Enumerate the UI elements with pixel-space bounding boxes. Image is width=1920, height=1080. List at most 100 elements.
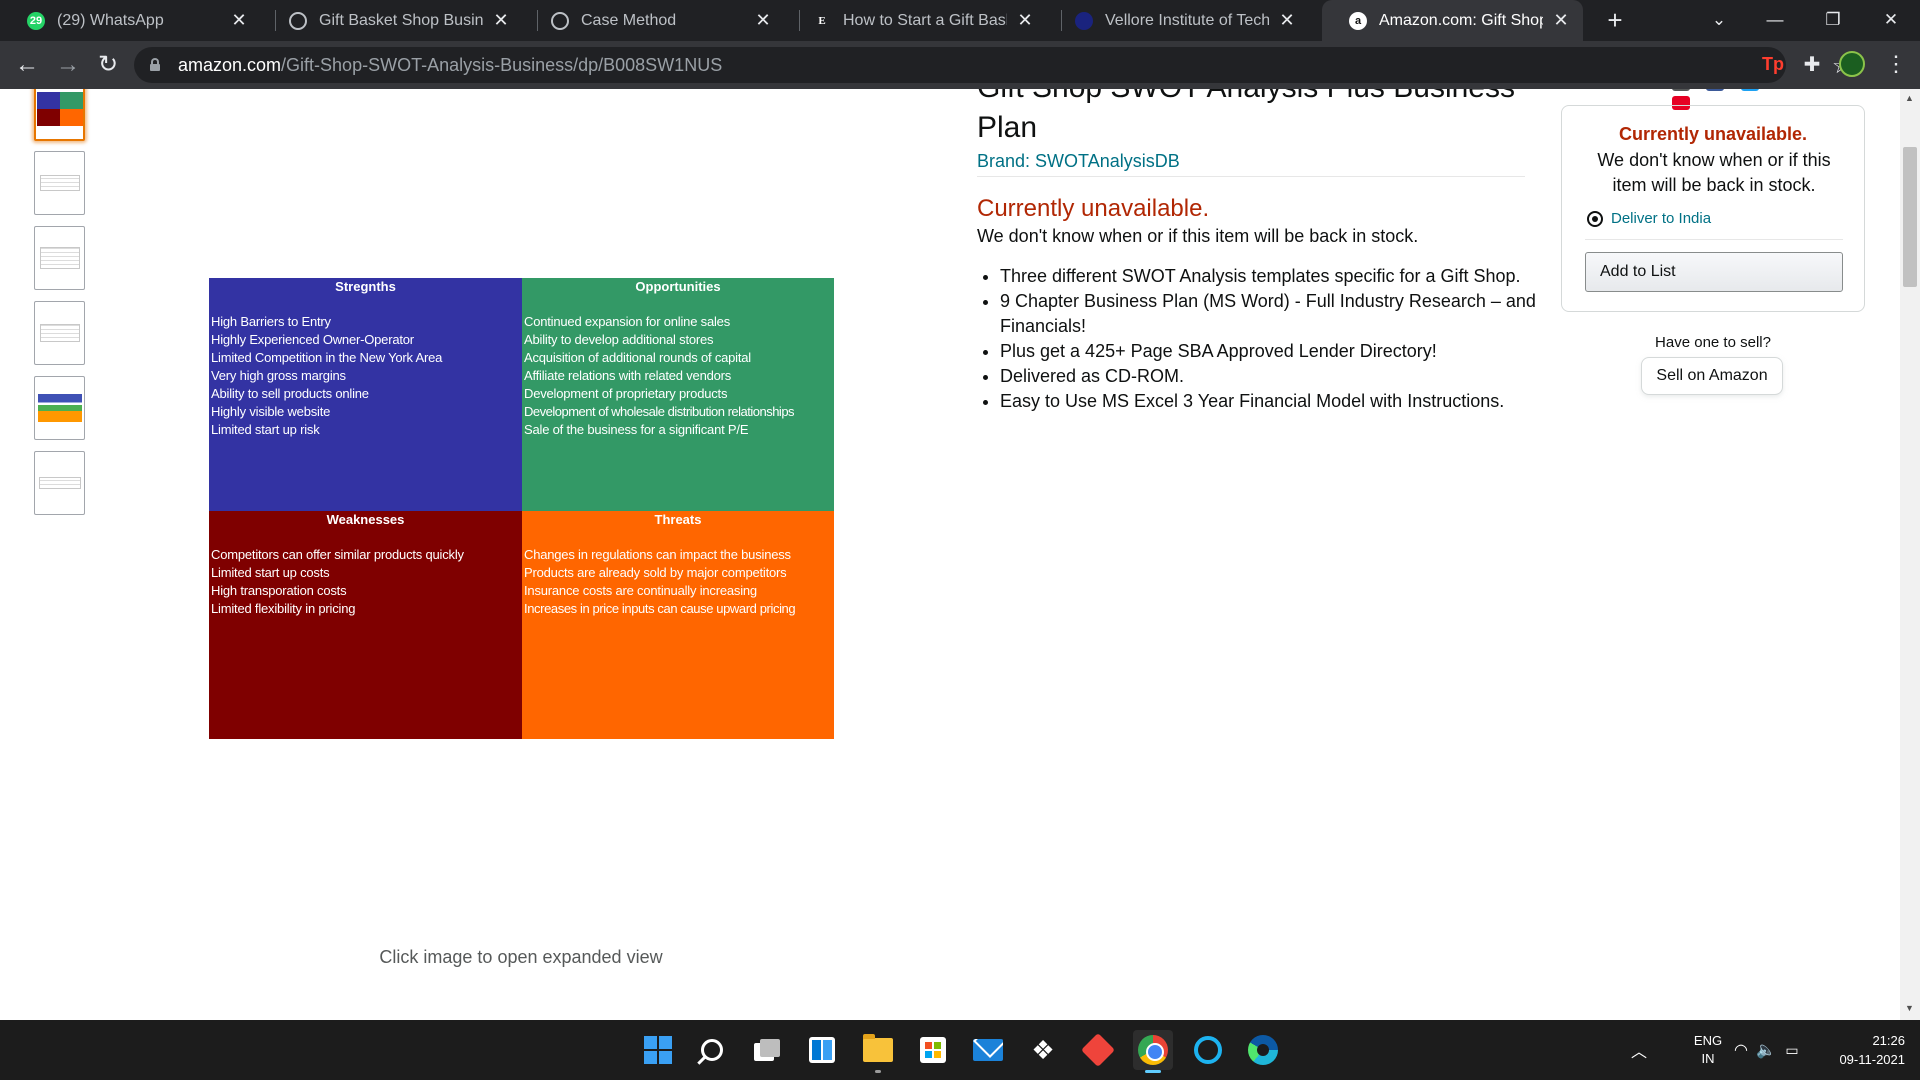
expand-image-hint[interactable]: Click image to open expanded view [0, 947, 1042, 968]
thumbnail-2[interactable] [34, 151, 85, 215]
mail-button[interactable] [968, 1030, 1008, 1070]
swot-item: Products are already sold by major compe… [524, 565, 787, 580]
close-icon[interactable]: ✕ [1015, 10, 1035, 31]
volume-icon[interactable]: 🔈 [1755, 1020, 1777, 1080]
scrollbar-thumb[interactable] [1903, 147, 1917, 287]
address-bar[interactable]: amazon.com/Gift-Shop-SWOT-Analysis-Busin… [134, 47, 1852, 83]
e-letter-icon: E [818, 14, 826, 27]
swot-item: Affiliate relations with related vendors [524, 368, 732, 383]
add-to-list-button[interactable]: Add to List [1585, 252, 1843, 292]
url-text[interactable]: amazon.com/Gift-Shop-SWOT-Analysis-Busin… [178, 55, 722, 76]
tab-search-icon[interactable]: ⌄ [1696, 4, 1742, 36]
email-share-icon[interactable] [1672, 89, 1690, 91]
menu-kebab-icon[interactable]: ⋮ [1880, 48, 1912, 80]
scroll-down-arrow-icon[interactable]: ▼ [1905, 1003, 1914, 1013]
swot-item: Insurance costs are continually increasi… [524, 583, 757, 598]
tab-amazon[interactable]: a Amazon.com: Gift Shop SWOT ✕ [1322, 0, 1583, 41]
clock[interactable]: 21:26 09-11-2021 [1825, 1020, 1905, 1080]
swot-opportunities: Opportunities Continued expansion for on… [522, 278, 834, 511]
swot-item: Acquisition of additional rounds of capi… [524, 350, 751, 365]
search-icon [701, 1039, 723, 1061]
forward-button[interactable]: → [52, 49, 84, 81]
widgets-button[interactable] [802, 1030, 842, 1070]
tab-case-method[interactable]: Case Method ✕ [524, 0, 785, 41]
windows-taskbar: ❖ ︿ ENG IN ◠ 🔈 ▭ 21:26 09-11-2021 [0, 1020, 1920, 1080]
swot-item: Highly Experienced Owner-Operator [211, 332, 414, 347]
lang-code: ENG [1693, 1033, 1723, 1048]
minimize-button[interactable]: — [1752, 4, 1798, 36]
back-button[interactable]: ← [11, 49, 43, 81]
swot-heading: Opportunities [635, 279, 721, 294]
browser-toolbar: ← → ↻ amazon.com/Gift-Shop-SWOT-Analysis… [0, 41, 1920, 89]
tab-gift-basket-howto[interactable]: E How to Start a Gift Basket Sh ✕ [786, 0, 1047, 41]
tab-gift-basket-plan[interactable]: Gift Basket Shop Business Plan ✕ [262, 0, 523, 41]
chrome-button[interactable] [1133, 1030, 1173, 1073]
globe-icon [289, 11, 307, 30]
swot-item: Development of proprietary products [524, 386, 728, 401]
have-one-to-sell-label: Have one to sell? [1655, 334, 1771, 351]
widgets-icon [809, 1037, 835, 1063]
thumbnail-6[interactable] [34, 451, 85, 515]
start-button[interactable] [638, 1030, 678, 1070]
new-tab-button[interactable]: + [1600, 6, 1630, 36]
dropbox-button[interactable]: ❖ [1023, 1030, 1063, 1070]
scroll-up-arrow-icon[interactable]: ▲ [1905, 93, 1914, 103]
clock-date: 09-11-2021 [1839, 1052, 1905, 1067]
deliver-to-link[interactable]: Deliver to India [1587, 210, 1711, 227]
reload-button[interactable]: ↻ [92, 49, 124, 81]
vit-icon [1075, 11, 1093, 30]
twitter-share-icon[interactable] [1740, 89, 1759, 91]
feature-bullet: Three different SWOT Analysis templates … [1000, 264, 1540, 289]
clock-time: 21:26 [1872, 1033, 1905, 1048]
url-host: amazon.com [178, 55, 282, 75]
close-icon[interactable]: ✕ [1277, 10, 1297, 31]
lang-region: IN [1701, 1051, 1715, 1066]
search-button[interactable] [692, 1030, 732, 1070]
close-icon[interactable]: ✕ [753, 10, 773, 31]
thumbnail-4[interactable] [34, 301, 85, 365]
chrome-icon [1138, 1035, 1168, 1065]
task-view-button[interactable] [747, 1030, 787, 1070]
language-indicator[interactable]: ENG IN [1688, 1020, 1728, 1080]
swot-item: Continued expansion for online sales [524, 314, 730, 329]
document-thumbnail-image [39, 324, 80, 342]
thumbnail-3[interactable] [34, 226, 85, 290]
swot-strengths: Stregnths High Barriers to Entry Highly … [209, 278, 522, 511]
facebook-share-icon[interactable] [1706, 89, 1725, 91]
availability-note: We don't know when or if this item will … [977, 226, 1419, 246]
lock-icon[interactable] [150, 58, 160, 71]
close-icon[interactable]: ✕ [491, 10, 511, 31]
tab-title: (29) WhatsApp [57, 11, 164, 29]
wifi-icon[interactable]: ◠ [1730, 1020, 1752, 1080]
task-view-icon [754, 1039, 780, 1061]
thumbnail-1[interactable] [34, 89, 85, 141]
file-explorer-button[interactable] [858, 1030, 898, 1073]
tab-title: Vellore Institute of Technology [1105, 11, 1269, 29]
cortana-button[interactable] [1188, 1030, 1228, 1070]
edge-button[interactable] [1243, 1030, 1283, 1070]
swot-threats: Threats Changes in regulations can impac… [522, 511, 834, 739]
store-button[interactable] [913, 1030, 953, 1070]
window-close-button[interactable]: ✕ [1868, 4, 1914, 36]
folder-icon [863, 1034, 893, 1062]
show-hidden-icons-chevron-icon[interactable]: ︿ [1625, 1020, 1653, 1080]
extension-tp-icon[interactable]: Tp [1757, 48, 1789, 80]
document-thumbnail-image [38, 477, 81, 489]
close-icon[interactable]: ✕ [229, 10, 249, 31]
battery-icon[interactable]: ▭ [1780, 1020, 1804, 1080]
restore-button[interactable]: ❐ [1810, 4, 1856, 36]
dropbox-icon: ❖ [1031, 1034, 1055, 1065]
swot-item: Development of wholesale distribution re… [524, 404, 795, 419]
close-icon[interactable]: ✕ [1551, 10, 1571, 31]
sell-on-amazon-button[interactable]: Sell on Amazon [1641, 357, 1783, 395]
anydesk-button[interactable] [1078, 1030, 1118, 1070]
page-scrollbar[interactable]: ▲ ▼ [1900, 89, 1920, 1020]
brand-link[interactable]: Brand: SWOTAnalysisDB [977, 151, 1180, 172]
globe-icon [551, 11, 569, 30]
tab-whatsapp[interactable]: 29 (29) WhatsApp ✕ [0, 0, 261, 41]
tab-vit[interactable]: Vellore Institute of Technology ✕ [1048, 0, 1309, 41]
thumbnail-5[interactable] [34, 376, 85, 440]
extensions-puzzle-icon[interactable]: ✚ [1796, 48, 1828, 80]
profile-avatar[interactable] [1836, 48, 1868, 80]
main-product-image[interactable]: Stregnths High Barriers to Entry Highly … [209, 278, 834, 739]
